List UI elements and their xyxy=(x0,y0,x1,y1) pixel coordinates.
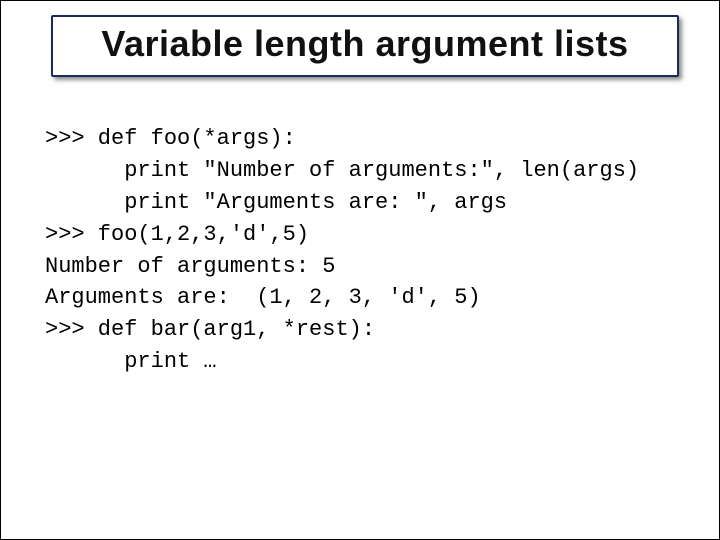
code-line: print "Arguments are: ", args xyxy=(45,190,507,215)
slide-title: Variable length argument lists xyxy=(61,23,669,65)
code-line: >>> def foo(*args): xyxy=(45,126,296,151)
code-line: Arguments are: (1, 2, 3, 'd', 5) xyxy=(45,285,481,310)
code-line: >>> def bar(arg1, *rest): xyxy=(45,317,375,342)
code-line: print "Number of arguments:", len(args) xyxy=(45,158,639,183)
code-line: print … xyxy=(45,349,217,374)
code-block: >>> def foo(*args): print "Number of arg… xyxy=(45,123,679,378)
code-line: >>> foo(1,2,3,'d',5) xyxy=(45,222,309,247)
slide: Variable length argument lists >>> def f… xyxy=(0,0,720,540)
title-frame: Variable length argument lists xyxy=(51,15,679,77)
code-line: Number of arguments: 5 xyxy=(45,254,335,279)
